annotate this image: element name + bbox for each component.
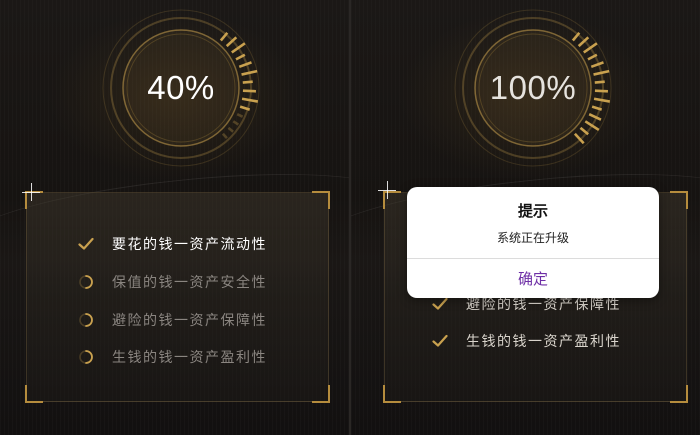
checklist-item: 生钱的钱一资产盈利性 — [431, 331, 621, 351]
loading-spinner-icon — [77, 311, 95, 329]
left-screen: 40% 要花的钱一资产流动性 保值的钱一资产安全性 避险的钱一资产保障性 生钱的… — [0, 0, 349, 435]
sparkle-icon — [378, 181, 396, 199]
check-icon — [431, 332, 449, 350]
progress-percentage: 100% — [489, 69, 577, 106]
checklist-card — [25, 191, 330, 403]
checklist-item: 避险的钱一资产保障性 — [77, 310, 267, 330]
checklist-item-label: 要花的钱一资产流动性 — [112, 237, 267, 253]
progress-gauge: 40% — [91, 0, 271, 178]
checklist-item-label: 生钱的钱一资产盈利性 — [466, 334, 621, 350]
checklist-item-label: 生钱的钱一资产盈利性 — [112, 350, 267, 366]
checklist-item-label: 保值的钱一资产安全性 — [112, 275, 267, 291]
checklist-item: 生钱的钱一资产盈利性 — [77, 347, 267, 367]
dialog-title: 提示 — [517, 202, 548, 220]
check-icon — [77, 235, 95, 253]
checklist-item: 保值的钱一资产安全性 — [77, 272, 267, 292]
card-corner — [312, 385, 330, 403]
confirm-button[interactable]: 确定 — [407, 259, 659, 298]
loading-spinner-icon — [77, 348, 95, 366]
progress-gauge: 100% — [443, 0, 623, 178]
loading-spinner-icon — [77, 273, 95, 291]
card-corner — [670, 191, 688, 209]
card-corner — [670, 385, 688, 403]
dialog-message: 系统正在升级 — [496, 231, 569, 245]
card-corner — [312, 191, 330, 209]
checklist-item: 要花的钱一资产流动性 — [77, 234, 267, 254]
card-corner — [383, 385, 401, 403]
card-corner — [25, 385, 43, 403]
progress-percentage: 40% — [147, 69, 215, 106]
checklist-item-label: 避险的钱一资产保障性 — [112, 313, 267, 329]
sparkle-icon — [22, 183, 40, 201]
alert-dialog: 提示 系统正在升级 确定 — [407, 187, 659, 298]
